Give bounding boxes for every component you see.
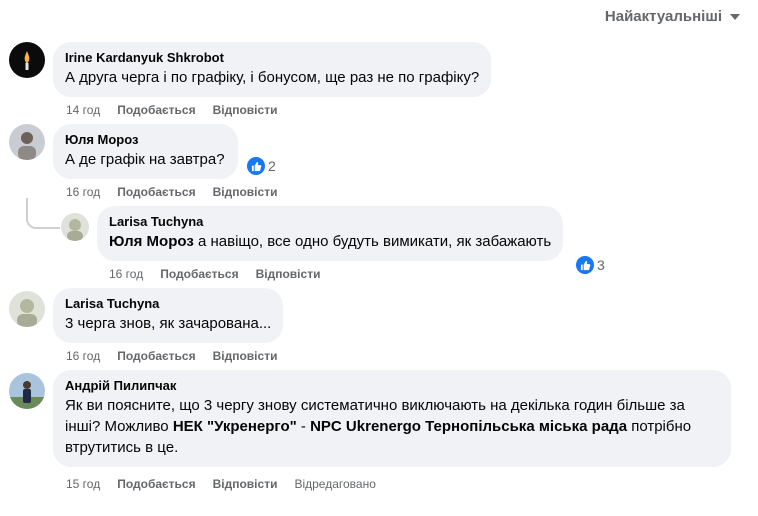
comment-text: А друга черга і по графіку, і бонусом, щ… [65, 69, 480, 86]
reaction-count[interactable]: 2 [245, 156, 278, 176]
comment: Irine Kardanyuk Shkrobot А друга черга і… [9, 42, 492, 97]
comment-text: А де графік на завтра? [65, 151, 225, 168]
comment-bubble: Larisa Tuchyna 3 черга знов, як зачарова… [53, 288, 284, 343]
sort-dropdown[interactable]: Найактуальніші [605, 8, 742, 25]
comment-author[interactable]: Андрій Пилипчак [65, 378, 719, 393]
comment-actions: 16 год Подобається Відповісти [66, 349, 277, 363]
reply-comment: Larisa Tuchyna Юля Мороз а навіщо, все о… [61, 206, 564, 261]
reply-link[interactable]: Відповісти [256, 267, 321, 281]
like-reaction-icon [247, 157, 265, 175]
comment: Юля Мороз А де графік на завтра? [9, 124, 238, 179]
comment-actions: 16 год Подобається Відповісти [66, 185, 277, 199]
like-link[interactable]: Подобається [160, 267, 238, 281]
comment-time[interactable]: 16 год [66, 185, 100, 199]
comment-time[interactable]: 15 год [66, 477, 100, 491]
comment-author[interactable]: Larisa Tuchyna [109, 214, 551, 229]
like-reaction-icon [576, 256, 594, 274]
comment-text-body: а навіщо, все одно будуть вимикати, як з… [193, 233, 552, 250]
thread-connector [26, 198, 60, 229]
reply-link[interactable]: Відповісти [213, 185, 278, 199]
comment-text: Юля Мороз а навіщо, все одно будуть вими… [109, 231, 551, 252]
comment-text: 3 черга знов, як зачарована... [65, 315, 272, 332]
reaction-number: 2 [268, 158, 276, 174]
like-link[interactable]: Подобається [117, 103, 195, 117]
comment-time[interactable]: 14 год [66, 103, 100, 117]
comment-author[interactable]: Irine Kardanyuk Shkrobot [65, 50, 479, 65]
avatar[interactable] [9, 373, 45, 409]
avatar[interactable] [9, 291, 45, 327]
comment-actions: 15 год Подобається Відповісти Відредагов… [66, 477, 376, 491]
comment-actions: 16 год Подобається Відповісти [109, 267, 320, 281]
avatar[interactable] [9, 124, 45, 160]
comment-bubble: Андрій Пилипчак Як ви поясните, що 3 чер… [53, 370, 731, 467]
comment: Андрій Пилипчак Як ви поясните, що 3 чер… [9, 370, 731, 467]
reaction-number: 3 [597, 257, 605, 273]
avatar[interactable] [61, 213, 89, 241]
mention-separator: - [296, 418, 311, 435]
reply-link[interactable]: Відповісти [213, 477, 278, 491]
mention-link[interactable]: Юля Мороз [109, 233, 194, 250]
comment-author[interactable]: Larisa Tuchyna [65, 296, 271, 311]
mention-link[interactable]: NPC Ukrenergo [310, 418, 421, 435]
triangle-down-icon [730, 13, 740, 20]
edited-label: Відредаговано [294, 477, 376, 491]
like-link[interactable]: Подобається [117, 349, 195, 363]
sort-label: Найактуальніші [604, 8, 722, 25]
comment-bubble: Larisa Tuchyna Юля Мороз а навіщо, все о… [97, 206, 564, 261]
comment-time[interactable]: 16 год [66, 349, 100, 363]
comment-time[interactable]: 16 год [109, 267, 143, 281]
comment-actions: 14 год Подобається Відповісти [66, 103, 277, 117]
comment-author[interactable]: Юля Мороз [65, 132, 225, 147]
mention-link[interactable]: НЕК "Укренерго" [173, 418, 297, 435]
like-link[interactable]: Подобається [117, 477, 195, 491]
reply-link[interactable]: Відповісти [213, 349, 278, 363]
mention-link[interactable]: Тернопільська міська рада [425, 418, 627, 435]
avatar[interactable] [9, 42, 45, 78]
reply-link[interactable]: Відповісти [213, 103, 278, 117]
comment-bubble: Irine Kardanyuk Shkrobot А друга черга і… [53, 42, 492, 97]
comment: Larisa Tuchyna 3 черга знов, як зачарова… [9, 288, 284, 343]
reaction-count[interactable]: 3 [574, 255, 607, 275]
like-link[interactable]: Подобається [117, 185, 195, 199]
comment-bubble: Юля Мороз А де графік на завтра? [53, 124, 238, 179]
comment-text: Як ви поясните, що 3 чергу знову система… [65, 395, 719, 458]
